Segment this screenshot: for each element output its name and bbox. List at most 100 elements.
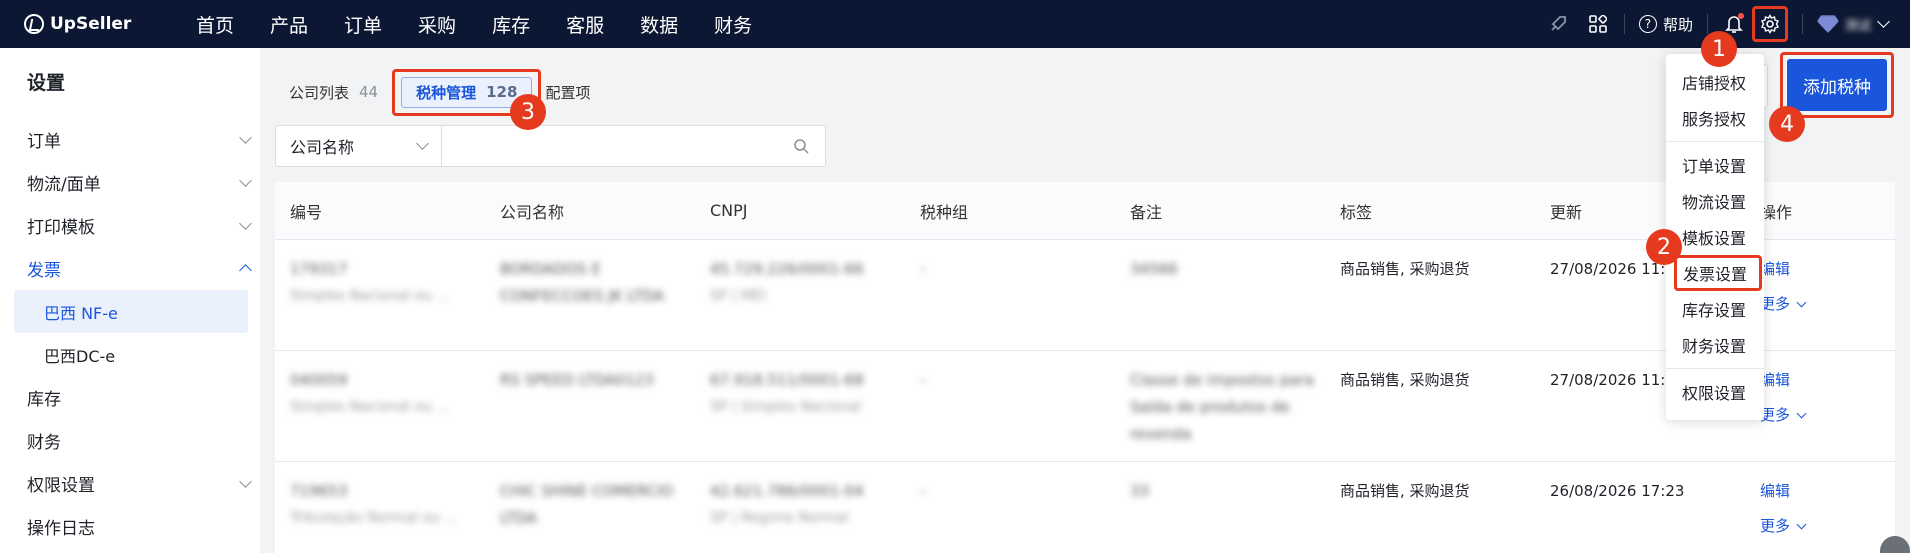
sidebar-item-operation-log[interactable]: 操作日志 <box>0 505 260 548</box>
nav-orders[interactable]: 订单 <box>344 11 382 38</box>
step-badge-2: 2 <box>1646 229 1682 265</box>
cell-tags: 商品销售, 采购退货 <box>1340 482 1470 500</box>
sidebar-item-label: 财务 <box>27 433 61 453</box>
tab-company-list[interactable]: 公司列表 44 <box>289 82 378 103</box>
sidebar-item-label: 权限设置 <box>27 476 95 496</box>
cell-id: 040059 Simples Nacional ou ... <box>290 371 450 415</box>
menu-divider <box>1666 141 1764 142</box>
nav-finance[interactable]: 财务 <box>714 11 752 38</box>
user-menu[interactable]: 测试 <box>1816 15 1890 34</box>
cell-id: 179317 Simples Nacional ou ... <box>290 260 450 304</box>
nav-purchase[interactable]: 采购 <box>418 11 456 38</box>
sidebar-item-permissions[interactable]: 权限设置 <box>0 462 260 505</box>
menu-item-invoice-settings[interactable]: 发票设置 <box>1674 255 1762 291</box>
menu-item-inventory-settings[interactable]: 库存设置 <box>1666 291 1764 327</box>
nav-data[interactable]: 数据 <box>640 11 678 38</box>
sidebar-title: 设置 <box>27 72 66 94</box>
help-label: 帮助 <box>1662 15 1693 34</box>
chevron-down-icon <box>1796 408 1807 419</box>
more-dropdown[interactable]: 更多 <box>1760 513 1895 540</box>
more-dropdown[interactable]: 更多 <box>1760 402 1895 429</box>
avatar <box>1816 15 1839 33</box>
cell-tags: 商品销售, 采购退货 <box>1340 371 1470 389</box>
chevron-down-icon <box>416 137 429 150</box>
chevron-down-icon <box>239 474 252 488</box>
brand-name: UpSeller <box>50 14 132 34</box>
tab-count: 44 <box>359 83 379 101</box>
tab-config-items[interactable]: 配置项 <box>545 82 590 103</box>
menu-item-service-auth[interactable]: 服务授权 <box>1666 100 1764 136</box>
nav-inventory[interactable]: 库存 <box>492 11 530 38</box>
search-filter: 公司名称 <box>275 125 826 167</box>
settings-sidebar: 设置 订单 物流/面单 打印模板 发票 巴西 NF-e 巴西DC-e 库存 财务… <box>0 48 260 553</box>
top-navigation-bar: UpSeller 首页 产品 订单 采购 库存 客服 数据 财务 ? 帮助 测试 <box>0 0 1910 48</box>
menu-item-store-auth[interactable]: 店铺授权 <box>1666 64 1764 100</box>
upseller-logo-icon <box>24 14 44 34</box>
column-header-cnpj: CNPJ <box>710 201 748 220</box>
menu-item-order-settings[interactable]: 订单设置 <box>1666 147 1764 183</box>
chevron-down-icon <box>239 130 252 144</box>
edit-link[interactable]: 编辑 <box>1760 256 1895 283</box>
edit-link[interactable]: 编辑 <box>1760 478 1895 505</box>
chevron-up-icon <box>239 264 252 277</box>
settings-button[interactable] <box>1751 6 1788 42</box>
highlight-box: 添加税种 <box>1780 52 1894 118</box>
column-header-actions: 操作 <box>1760 202 1793 222</box>
search-input[interactable] <box>452 126 793 166</box>
sidebar-item-finance[interactable]: 财务 <box>0 419 260 462</box>
chevron-down-icon <box>1877 15 1890 28</box>
add-tax-button[interactable]: 添加税种 <box>1787 59 1887 111</box>
cell-actions: 编辑 更多 <box>1745 256 1895 350</box>
table-header: 编号 公司名称 CNPJ 税种组 备注 标签 更新 操作 <box>275 182 1895 240</box>
divider <box>1801 14 1803 34</box>
table-row: 040059 Simples Nacional ou ... RS SPEED L… <box>275 351 1895 462</box>
cell-tax-group: - <box>920 260 926 278</box>
sidebar-item-label: 巴西 NF-e <box>44 303 118 323</box>
cell-id: 719653 Tributação Normal ou ... <box>290 482 458 526</box>
menu-item-logistics-settings[interactable]: 物流设置 <box>1666 183 1764 219</box>
menu-divider <box>1666 368 1764 369</box>
column-header-company: 公司名称 <box>500 202 565 222</box>
edit-link[interactable]: 编辑 <box>1760 367 1895 394</box>
scroll-to-top-button[interactable] <box>1880 536 1910 553</box>
help-button[interactable]: ? 帮助 <box>1638 14 1693 35</box>
cell-cnpj: 45.729.226/0001-66 SP | MEI <box>710 260 864 304</box>
sidebar-item-brazil-nfe[interactable]: 巴西 NF-e <box>14 290 248 333</box>
step-badge-4: 4 <box>1769 106 1805 142</box>
divider <box>1623 14 1625 34</box>
help-icon: ? <box>1638 15 1657 33</box>
divider <box>1706 14 1708 34</box>
column-header-tags: 标签 <box>1340 202 1373 222</box>
brand-logo[interactable]: UpSeller <box>24 14 174 34</box>
column-header-tax-group: 税种组 <box>920 202 969 222</box>
cell-note: 34566 <box>1130 260 1178 278</box>
settings-menu: 店铺授权 服务授权 订单设置 物流设置 模板设置 发票设置 库存设置 财务设置 … <box>1666 54 1764 420</box>
sidebar-item-label: 操作日志 <box>27 519 95 539</box>
search-icon[interactable] <box>793 138 809 154</box>
sidebar-item-inventory[interactable]: 库存 <box>0 376 260 419</box>
chevron-down-icon <box>1796 297 1807 308</box>
field-select[interactable]: 公司名称 <box>276 126 442 166</box>
menu-item-permission-settings[interactable]: 权限设置 <box>1666 374 1764 410</box>
sidebar-item-label: 打印模板 <box>27 218 95 238</box>
rocket-icon[interactable] <box>1546 12 1570 36</box>
more-dropdown[interactable]: 更多 <box>1760 291 1895 318</box>
cell-updated: 26/08/2026 17:23 <box>1550 482 1685 500</box>
cell-cnpj: 42.621.786/0001-04 SP | Regime Normal <box>710 482 864 526</box>
nav-home[interactable]: 首页 <box>196 11 234 38</box>
cell-tax-group: - <box>920 482 926 500</box>
sidebar-item-print-templates[interactable]: 打印模板 <box>0 204 260 247</box>
nav-customer-service[interactable]: 客服 <box>566 11 604 38</box>
menu-item-finance-settings[interactable]: 财务设置 <box>1666 327 1764 363</box>
sidebar-item-label: 物流/面单 <box>27 175 101 195</box>
sidebar-item-orders[interactable]: 订单 <box>0 118 260 161</box>
cell-company: RS SPEED LTDA0123 <box>500 371 654 389</box>
sidebar-item-brazil-dce[interactable]: 巴西DC-e <box>0 333 260 376</box>
tab-label: 税种管理 <box>416 83 477 102</box>
sidebar-item-invoice[interactable]: 发票 <box>0 247 260 290</box>
nav-products[interactable]: 产品 <box>270 11 308 38</box>
user-name: 测试 <box>1844 18 1871 34</box>
apps-grid-icon[interactable] <box>1586 12 1610 36</box>
sidebar-item-logistics[interactable]: 物流/面单 <box>0 161 260 204</box>
sidebar-item-label: 巴西DC-e <box>44 346 116 366</box>
